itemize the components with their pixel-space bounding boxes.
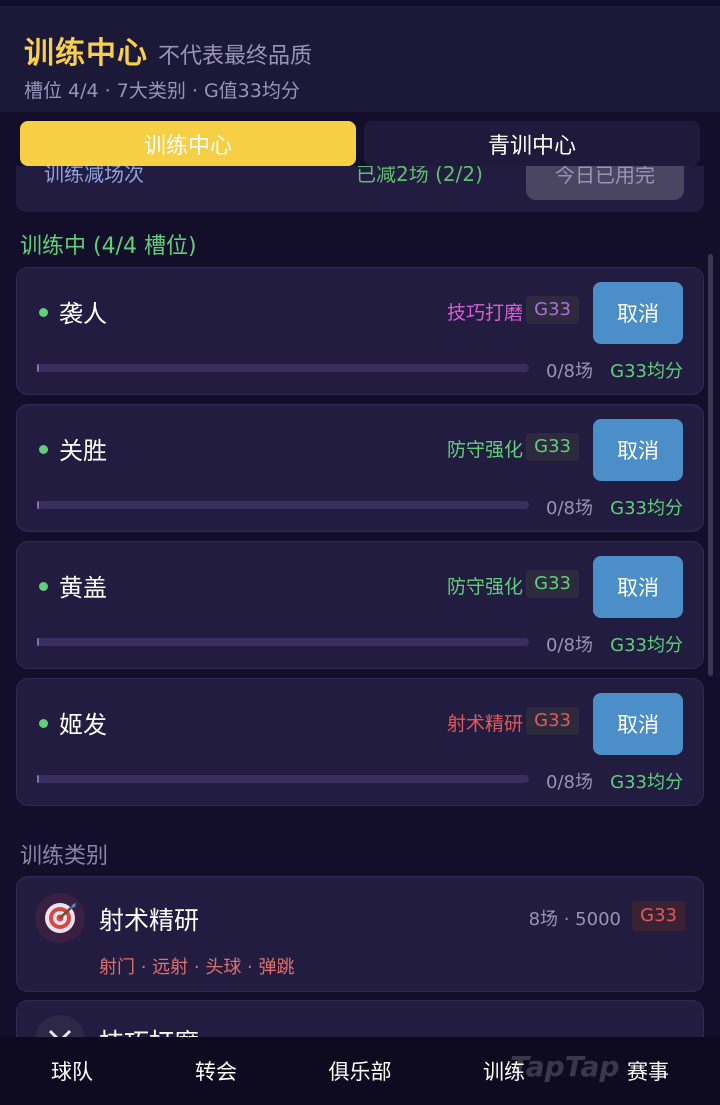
progress-bar [37,364,529,372]
header: 训练中心 不代表最终品质 槽位 4/4 · 7大类别 · G值33均分 [0,6,720,112]
active-dot [39,719,48,728]
category-meta: 8场 · 5000 [528,909,621,930]
quality-note: 不代表最终品质 [158,44,313,69]
training-slot: 袭人 技巧打磨 G33 取消 0/8场 G33均分 [16,267,704,395]
tab-youth-center[interactable]: 青训中心 [364,121,700,166]
g-value-badge: G33 [526,296,579,324]
progress-fill [37,638,39,646]
average-g: G33均分 [610,772,683,793]
nav-item-team[interactable]: 球队 [0,1037,144,1105]
training-type: 防守强化 [446,439,523,461]
match-count: 0/8场 [546,498,593,519]
slot-summary: 槽位 4/4 · 7大类别 · G值33均分 [24,80,300,102]
cancel-button[interactable]: 取消 [593,693,683,755]
nav-item-transfer[interactable]: 转会 [144,1037,288,1105]
g-value-badge: G33 [526,570,579,598]
active-dot [39,308,48,317]
average-g: G33均分 [610,361,683,382]
player-name: 姬发 [59,711,107,739]
training-type: 防守强化 [446,576,523,598]
cancel-button[interactable]: 取消 [593,282,683,344]
training-slot: 姬发 射术精研 G33 取消 0/8场 G33均分 [16,678,704,806]
progress-bar [37,638,529,646]
title-row: 训练中心 不代表最终品质 [24,28,312,72]
category-section-title: 训练类别 [20,844,109,869]
target-icon [35,893,85,943]
training-type: 技巧打磨 [446,302,523,324]
progress-bar [37,775,529,783]
reduce-matches-button[interactable]: 今日已用完 [526,166,684,200]
category-g-badge: G33 [632,901,685,931]
training-slot: 黄盖 防守强化 G33 取消 0/8场 G33均分 [16,541,704,669]
training-slot: 关胜 防守强化 G33 取消 0/8场 G33均分 [16,404,704,532]
category-tags: 射门 · 远射 · 头球 · 弹跳 [99,957,295,978]
training-type: 射术精研 [446,713,523,735]
player-name: 黄盖 [59,574,107,602]
g-value-badge: G33 [526,433,579,461]
tab-training-center[interactable]: 训练中心 [20,121,356,166]
reduce-matches-label: 训练减场次 [44,166,144,186]
center-tabs: 训练中心 青训中心 [20,121,700,166]
match-count: 0/8场 [546,361,593,382]
scrollbar[interactable] [708,254,713,676]
training-section-title: 训练中 (4/4 槽位) [20,234,197,259]
taptap-watermark: TapTap [510,1050,620,1083]
page-title: 训练中心 [24,36,148,71]
nav-item-club[interactable]: 俱乐部 [288,1037,432,1105]
cancel-button[interactable]: 取消 [593,419,683,481]
progress-fill [37,501,39,509]
category-card-skill[interactable]: 技巧打磨 [16,1000,704,1040]
category-title: 射术精研 [99,906,200,935]
progress-bar [37,501,529,509]
player-name: 袭人 [59,300,107,328]
player-name: 关胜 [59,437,107,465]
reduce-matches-card: 训练减场次 已减2场 (2/2) 今日已用完 [16,166,704,212]
active-dot [39,445,48,454]
match-count: 0/8场 [546,772,593,793]
active-dot [39,582,48,591]
g-value-badge: G33 [526,707,579,735]
category-card-shooting[interactable]: 射术精研 8场 · 5000 G33 射门 · 远射 · 头球 · 弹跳 [16,876,704,992]
match-count: 0/8场 [546,635,593,656]
progress-fill [37,364,39,372]
cancel-button[interactable]: 取消 [593,556,683,618]
reduce-matches-status: 已减2场 (2/2) [356,166,483,186]
progress-fill [37,775,39,783]
average-g: G33均分 [610,635,683,656]
average-g: G33均分 [610,498,683,519]
